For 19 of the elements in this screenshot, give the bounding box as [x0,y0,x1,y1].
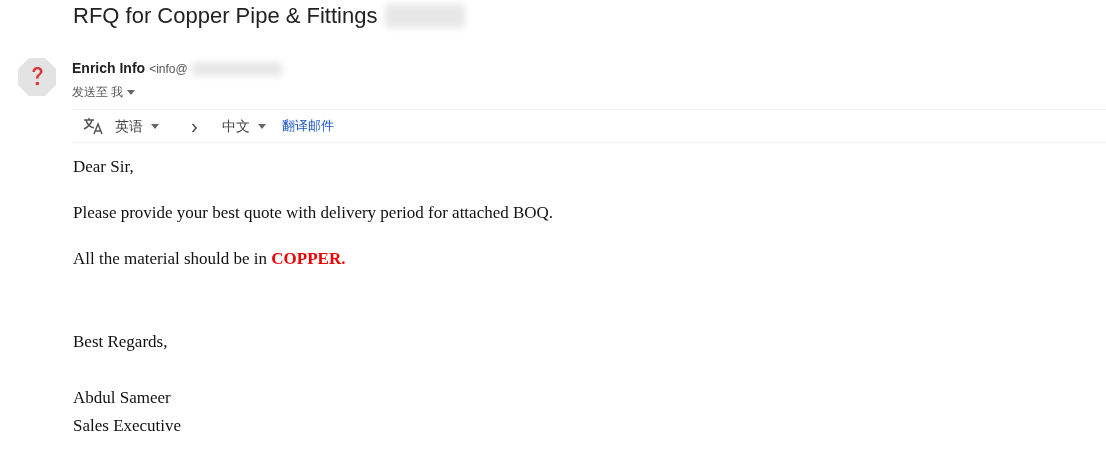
sender-address: <info@ [149,60,188,78]
body-paragraph: Please provide your best quote with delivery period for attached BOQ. [73,202,555,224]
caret-icon [257,123,266,129]
recipient-dropdown[interactable]: 发送至 我 [72,83,124,101]
email-subject: RFQ for Copper Pipe & Fittings [73,2,378,30]
source-language-dropdown[interactable]: 英语 [115,115,143,137]
body-paragraph: Dear Sir, [73,156,135,178]
sender-name: Enrich Info [72,59,146,78]
body-paragraph: Best Regards, [73,331,169,353]
translate-message-link[interactable]: 翻译邮件 [281,116,334,136]
caret-icon [127,89,136,95]
unknown-sender-avatar [18,58,56,96]
body-paragraph: All the material should be in COPPER. [73,248,347,270]
target-language-dropdown[interactable]: 中文 [221,115,250,137]
signature-line: Abdul Sameer [73,387,172,409]
caret-icon [151,123,159,129]
signature-line: Sales Executive [73,415,183,437]
translate-icon [83,117,103,135]
arrow-text: › [191,114,198,139]
